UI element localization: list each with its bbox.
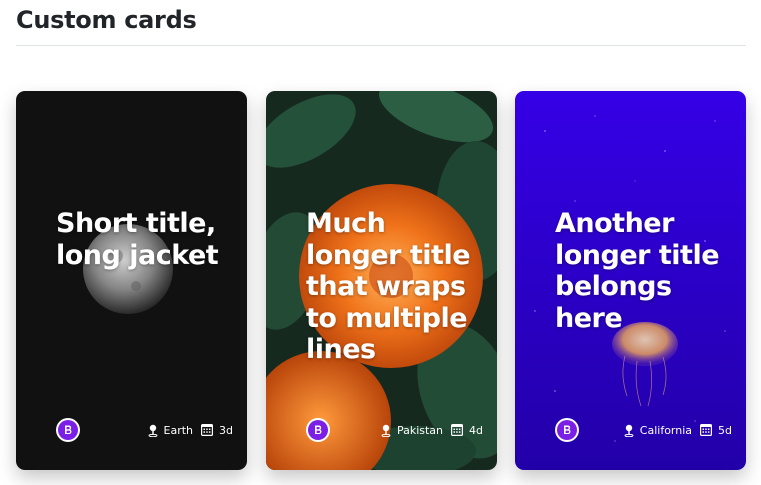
geo-pin-icon (624, 424, 634, 437)
card-3-date-text: 5d (718, 423, 732, 437)
geo-pin-icon (381, 424, 391, 437)
card-1-title: Short title, long jacket (56, 208, 219, 271)
title-divider (16, 45, 746, 46)
card-2[interactable]: Much longer title that wraps to multiple… (266, 91, 497, 470)
card-2-title: Much longer title that wraps to multiple… (306, 208, 471, 365)
card-1-background-image (16, 91, 247, 470)
calendar-icon (700, 424, 713, 436)
card-2-date: 4d (451, 424, 483, 437)
card-3-footer: California 5d (555, 418, 732, 442)
card-1-date-text: 3d (219, 423, 233, 437)
card-3-title: Another longer title belongs here (555, 208, 720, 334)
calendar-icon (201, 424, 214, 436)
card-1-location: Earth (148, 423, 194, 437)
card-1-location-text: Earth (163, 423, 194, 437)
card-2-date-text: 4d (469, 423, 483, 437)
card-3-location: California (624, 424, 692, 437)
card-2-footer: Pakistan 4d (306, 418, 483, 442)
page-title: Custom cards (16, 6, 197, 34)
bootstrap-logo-icon[interactable] (56, 418, 80, 442)
card-1-date: 3d (201, 424, 233, 437)
card-3-location-text: California (639, 423, 693, 437)
card-2-location-text: Pakistan (396, 423, 444, 437)
bootstrap-logo-icon[interactable] (306, 418, 330, 442)
card-2-location: Pakistan (381, 424, 443, 437)
calendar-icon (451, 424, 464, 436)
card-3-date: 5d (700, 424, 732, 437)
geo-pin-icon (148, 424, 157, 437)
card-1[interactable]: Short title, long jacket Earth 3d (16, 91, 247, 470)
bootstrap-logo-icon[interactable] (555, 418, 579, 442)
card-1-footer: Earth 3d (56, 418, 233, 442)
card-3[interactable]: Another longer title belongs here Califo… (515, 91, 746, 470)
